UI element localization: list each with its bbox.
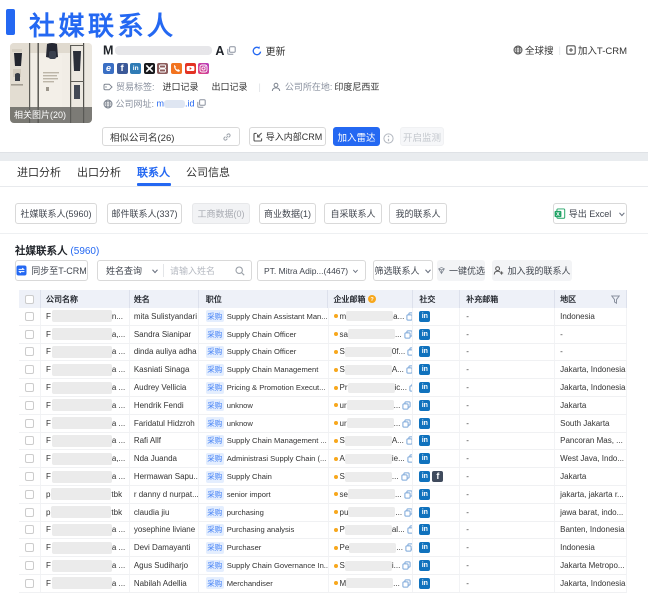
svg-text:X: X	[556, 211, 560, 217]
